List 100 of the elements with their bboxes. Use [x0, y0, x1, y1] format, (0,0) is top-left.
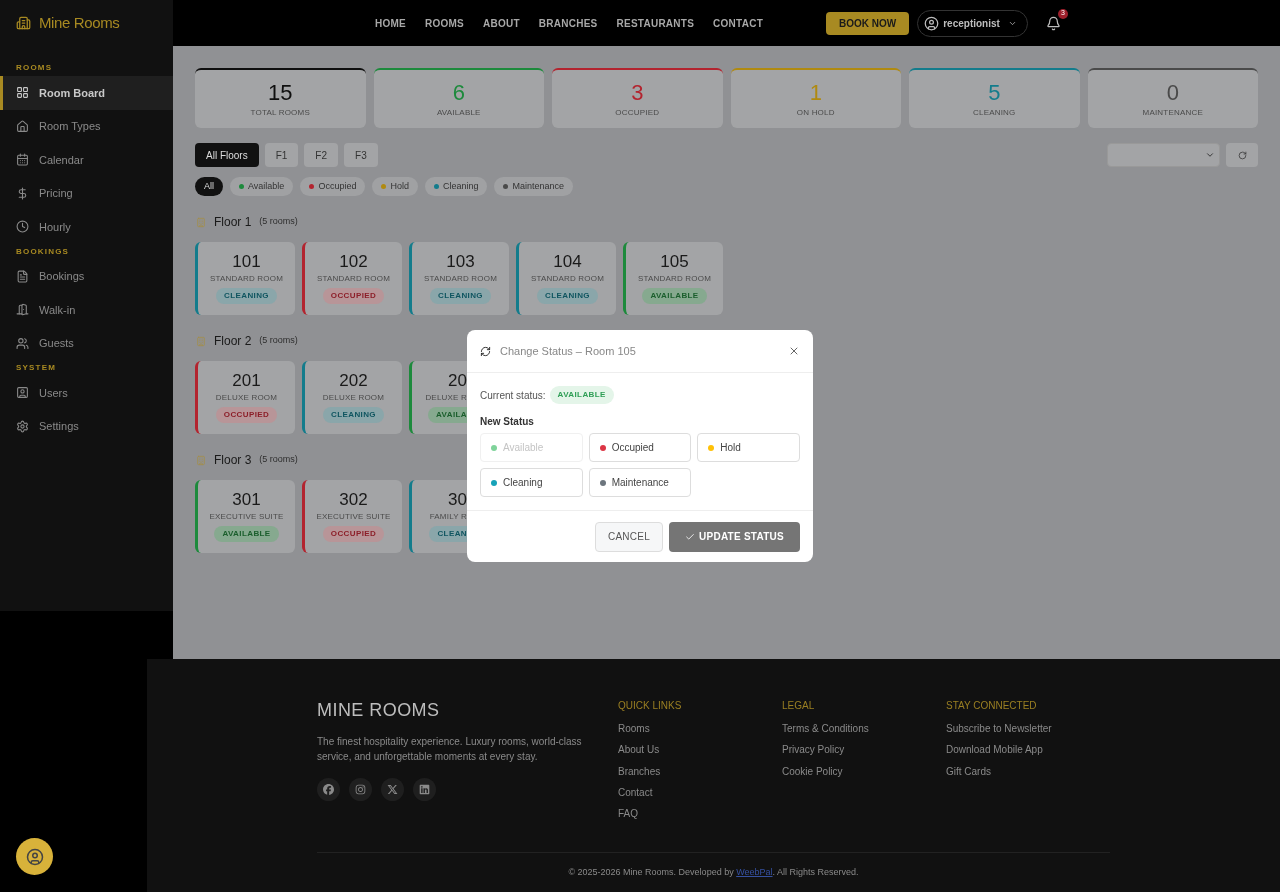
nav-link[interactable]: ROOMS [425, 15, 465, 31]
sidebar-item[interactable]: Walk-in [0, 293, 173, 327]
status-option[interactable]: Cleaning [480, 468, 583, 497]
house-icon [16, 119, 29, 133]
status-badge: CLEANING [430, 288, 491, 304]
status-option[interactable]: Maintenance [588, 468, 692, 497]
sidebar-item[interactable]: Room Board [0, 76, 173, 110]
status-filter[interactable]: Maintenance [494, 177, 573, 196]
room-type: STANDARD ROOM [209, 273, 284, 285]
footer-heading: QUICK LINKS [618, 699, 683, 713]
update-status-button[interactable]: UPDATE STATUS [669, 521, 800, 552]
room-number: 202 [339, 372, 368, 389]
room-card[interactable]: 102 STANDARD ROOM OCCUPIED [302, 242, 402, 315]
footer-link[interactable]: Contact [618, 784, 782, 807]
stat-label: CLEANING [973, 106, 1016, 119]
room-card[interactable]: 104 STANDARD ROOM CLEANING [516, 242, 616, 315]
status-badge: AVAILA [428, 407, 467, 423]
room-number: 103 [446, 253, 475, 270]
building-icon [196, 454, 206, 466]
footer-link[interactable]: Privacy Policy [782, 742, 946, 764]
room-card[interactable]: 30 FAMILY R CLEAN [409, 480, 467, 553]
sidebar-item[interactable]: Settings [0, 409, 173, 443]
floor-tab[interactable]: F3 [344, 143, 378, 167]
status-filter[interactable]: Hold [372, 177, 418, 196]
section-heading: SYSTEM [15, 362, 58, 374]
modal-title: Change Status – Room 105 [500, 343, 636, 359]
user-icon [924, 15, 940, 31]
close-icon [788, 345, 800, 357]
room-number: 101 [232, 253, 261, 270]
status-option[interactable]: Hold [697, 433, 800, 462]
footer-link[interactable]: Branches [618, 763, 782, 785]
footer-link[interactable]: Terms & Conditions [782, 721, 946, 743]
sidebar-item[interactable]: Hourly [0, 210, 173, 244]
refresh-icon [480, 345, 491, 357]
room-card[interactable]: 101 STANDARD ROOM CLEANING [195, 242, 295, 315]
sidebar-item[interactable]: Users [0, 376, 173, 410]
stat-label: MAINTENANCE [1142, 106, 1203, 119]
room-card[interactable]: 301 EXECUTIVE SUITE AVAILABLE [195, 480, 295, 553]
footer-link[interactable]: About Us [618, 742, 782, 764]
footer-link[interactable]: FAQ [618, 806, 782, 828]
stat-label: ON HOLD [796, 106, 835, 119]
room-card[interactable]: 201 DELUXE ROOM OCCUPIED [195, 361, 295, 434]
room-card[interactable]: 105 STANDARD ROOM AVAILABLE [623, 242, 723, 315]
footer-brand: MINE ROOMS [317, 699, 441, 722]
room-number: 104 [553, 253, 582, 270]
nav-link[interactable]: CONTACT [713, 15, 763, 31]
nav-link[interactable]: HOME [375, 15, 406, 31]
sidebar-item[interactable]: Calendar [0, 143, 173, 177]
select-field[interactable] [1107, 143, 1220, 167]
status-badge: AVAILABLE [549, 386, 614, 404]
nav-link[interactable]: ABOUT [483, 15, 520, 31]
nav-link[interactable]: RESTAURANTS [616, 15, 695, 31]
linkedin-icon [419, 784, 430, 795]
room-card[interactable]: 103 STANDARD ROOM CLEANING [409, 242, 509, 315]
room-type: STANDARD ROOM [423, 273, 498, 285]
sidebar-item[interactable]: Room Types [0, 109, 173, 143]
status-filter[interactable]: Occupied [300, 177, 366, 196]
social-link[interactable] [413, 778, 436, 801]
room-card[interactable]: 20 DELUXE R AVAILA [409, 361, 467, 434]
footer-link[interactable]: Gift Cards [946, 763, 1110, 785]
building-icon [16, 14, 31, 32]
room-type: STANDARD ROOM [637, 273, 712, 285]
status-filter[interactable]: Available [230, 177, 294, 196]
book-now-button[interactable]: BOOK NOW [826, 11, 910, 35]
stat-label: OCCUPIED [615, 106, 660, 119]
floor-tab[interactable]: All Floors [195, 143, 259, 167]
cancel-button[interactable]: CANCEL [594, 521, 663, 552]
floor-tab[interactable]: F1 [264, 143, 299, 167]
sidebar-item[interactable]: Bookings [0, 259, 173, 293]
footer-link[interactable]: Download Mobile App [946, 742, 1110, 764]
caret-icon [1205, 150, 1215, 160]
footer-link[interactable]: Subscribe to Newsletter [946, 721, 1110, 743]
nav-link[interactable]: BRANCHES [538, 15, 598, 31]
floor-tab[interactable]: F2 [304, 143, 339, 167]
footer-link[interactable]: Cookie Policy [782, 763, 946, 785]
dollar-icon [16, 186, 29, 200]
x-icon [387, 784, 398, 795]
room-type: DELUXE R [425, 392, 467, 404]
status-badge: OCCUPIED [322, 288, 385, 304]
room-count: (5 rooms) [259, 453, 298, 467]
room-card[interactable]: 202 DELUXE ROOM CLEANING [302, 361, 402, 434]
footer-link[interactable]: Rooms [618, 721, 782, 743]
sidebar-item[interactable]: Guests [0, 326, 173, 360]
status-filter[interactable]: Cleaning [424, 177, 488, 196]
status-filter[interactable]: All [195, 177, 223, 196]
social-link[interactable] [381, 778, 404, 801]
close-button[interactable] [788, 345, 800, 357]
sidebar-item[interactable]: Pricing [0, 176, 173, 210]
status-badge: AVAILABLE [214, 526, 279, 542]
people-icon [16, 336, 29, 350]
status-option[interactable]: Occupied [588, 433, 692, 462]
room-card[interactable]: 302 EXECUTIVE SUITE OCCUPIED [302, 480, 402, 553]
bell-icon[interactable] [1045, 15, 1061, 31]
building-icon [196, 335, 206, 347]
room-number: 102 [339, 253, 368, 270]
social-link[interactable] [317, 778, 340, 801]
social-link[interactable] [349, 778, 372, 801]
room-number: 302 [339, 491, 368, 508]
footer-heading: STAY CONNECTED [946, 699, 1038, 713]
section-heading: ROOMS [15, 62, 54, 74]
